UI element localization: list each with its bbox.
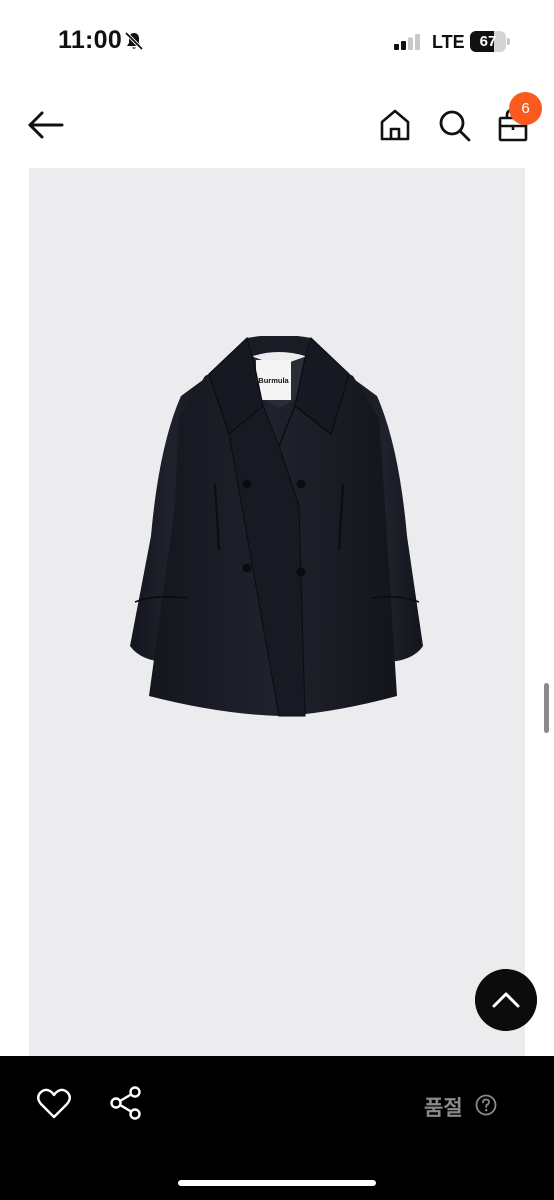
scroll-indicator[interactable] (544, 683, 549, 733)
battery-indicator: 67 (470, 31, 510, 52)
arrow-left-icon (28, 111, 64, 139)
signal-icon (394, 34, 420, 50)
cart-count-badge: 6 (509, 92, 542, 125)
search-button[interactable] (437, 108, 471, 142)
home-indicator (178, 1180, 376, 1186)
sold-out-label: 품절 (424, 1096, 463, 1120)
wishlist-button[interactable] (36, 1088, 72, 1120)
bell-off-icon (124, 31, 144, 51)
scroll-to-top-button[interactable] (475, 969, 537, 1031)
network-label: LTE (432, 32, 465, 52)
home-icon (380, 109, 410, 141)
share-button[interactable] (109, 1086, 143, 1120)
share-icon (110, 1086, 141, 1120)
status-time: 11:00 (58, 26, 123, 54)
nav-bar: 6 (0, 90, 554, 160)
battery-percent: 67 (479, 33, 497, 50)
heart-icon (37, 1088, 71, 1119)
coat-illustration: Burmula (130, 336, 423, 717)
back-button[interactable] (26, 110, 66, 140)
question-circle-icon[interactable] (475, 1094, 497, 1116)
bottom-action-bar: 품절 (0, 1056, 554, 1200)
home-button[interactable] (378, 108, 412, 142)
brand-label: Burmula (258, 376, 289, 385)
product-image[interactable]: Burmula (29, 168, 525, 1056)
status-bar: 11:00 LTE 67 (0, 0, 554, 84)
search-icon (439, 110, 471, 142)
